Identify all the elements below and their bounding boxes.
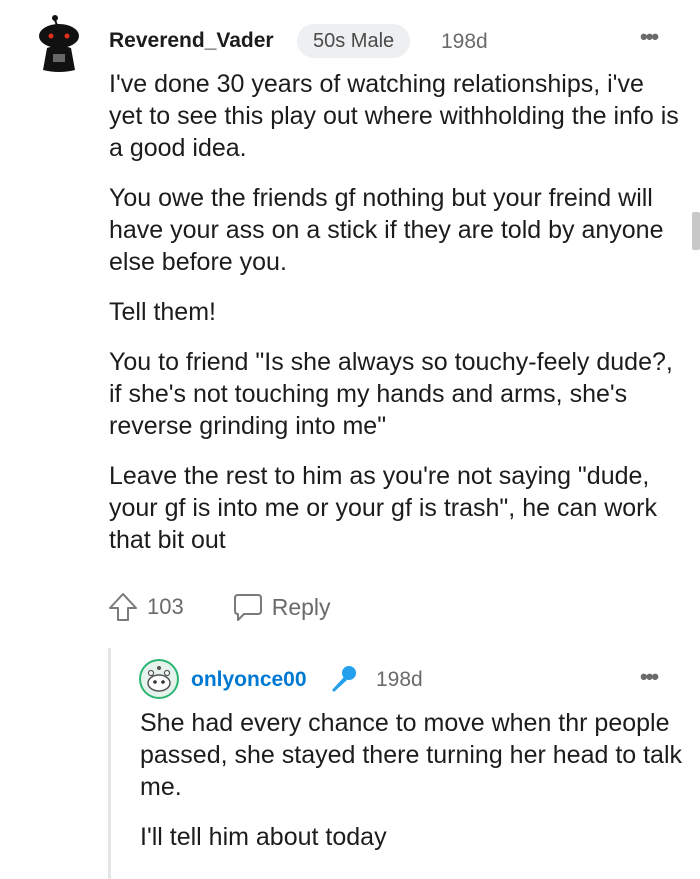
- comment-actions: 103 Reply: [107, 590, 331, 624]
- speech-bubble-icon: [233, 594, 262, 621]
- upvote-arrow-icon[interactable]: [107, 591, 139, 623]
- reply-paragraph: She had every chance to move when thr pe…: [140, 709, 683, 801]
- comment-author[interactable]: Reverend_Vader: [109, 29, 274, 53]
- reply-button[interactable]: Reply: [232, 592, 331, 622]
- reply-body: She had every chance to move when thr pe…: [140, 707, 685, 871]
- user-flair: 50s Male: [297, 24, 411, 58]
- upvote-count: 103: [147, 594, 184, 619]
- reply-more-options-icon[interactable]: •••: [640, 664, 659, 690]
- reply-paragraph: I'll tell him about today: [140, 823, 387, 851]
- scrollbar-thumb[interactable]: [692, 212, 700, 250]
- reply-author[interactable]: onlyonce00: [191, 668, 307, 692]
- reply-age: 198d: [376, 668, 423, 691]
- comment-paragraph: Tell them!: [109, 298, 216, 326]
- comment-paragraph: Leave the rest to him as you're not sayi…: [109, 462, 657, 554]
- snoo-avatar-icon[interactable]: [37, 14, 81, 74]
- comment-paragraph: I've done 30 years of watching relations…: [109, 70, 679, 162]
- reply-label: Reply: [271, 593, 331, 620]
- comment-body: I've done 30 years of watching relations…: [109, 68, 679, 574]
- reply-snoo-avatar-icon[interactable]: [139, 659, 179, 699]
- comment-paragraph: You owe the friends gf nothing but your …: [109, 184, 664, 276]
- comment-paragraph: You to friend "Is she always so touchy-f…: [109, 348, 673, 440]
- microphone-icon: [332, 666, 356, 692]
- thread-line[interactable]: [108, 648, 111, 879]
- more-options-icon[interactable]: •••: [640, 24, 659, 50]
- comment-age: 198d: [441, 30, 488, 53]
